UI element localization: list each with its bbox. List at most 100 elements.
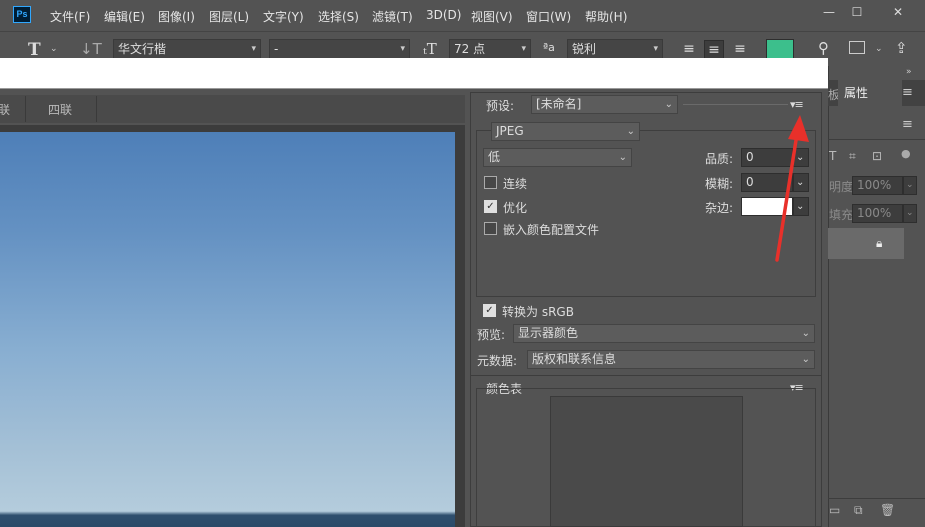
preset-rule	[683, 104, 788, 105]
panel-menu-icon[interactable]: ≡	[902, 117, 913, 132]
share-icon[interactable]: ⇪	[895, 39, 908, 57]
menu-filter[interactable]: 滤镜(T)	[372, 8, 413, 25]
font-family-select[interactable]: 华文行楷 ▾	[113, 39, 261, 59]
chevron-down-icon[interactable]: ⌄	[875, 44, 883, 54]
anti-alias-value: 锐利	[572, 42, 597, 56]
font-style-value: -	[274, 42, 279, 56]
tab-divider	[25, 96, 26, 122]
menu-edit[interactable]: 编辑(E)	[104, 8, 145, 25]
quality-preset-value: 低	[488, 150, 501, 164]
lock-position-icon[interactable]: ⌗	[849, 149, 856, 164]
photoshop-logo-icon: Ps	[13, 6, 31, 23]
progressive-label: 连续	[503, 177, 528, 191]
chevron-down-icon: ⌄	[626, 126, 635, 137]
new-layer-icon[interactable]: ⧉	[854, 503, 863, 518]
tab-properties-label: 属性	[844, 86, 869, 100]
font-style-select[interactable]: - ▾	[269, 39, 410, 59]
text-color-swatch[interactable]	[766, 39, 794, 60]
align-center-icon[interactable]: ≡	[704, 40, 724, 60]
preview-select[interactable]: 显示器颜色 ⌄	[513, 324, 815, 343]
toggle-orientation-icon[interactable]: ↓T	[80, 40, 102, 58]
preset-label: 预设:	[486, 99, 515, 113]
new-group-icon[interactable]: ▭	[829, 503, 840, 517]
opacity-dropdown[interactable]: ⌄	[903, 176, 917, 195]
trash-icon[interactable]: 🗑︎	[880, 503, 895, 517]
preset-value: [未命名]	[536, 97, 582, 111]
chevron-down-icon: ▾	[251, 44, 256, 54]
font-size-value: 72 点	[454, 42, 486, 56]
convert-srgb-checkbox[interactable]: ✓	[483, 304, 496, 317]
panel-menu-icon[interactable]: ≡	[902, 85, 913, 100]
align-left-icon[interactable]: ≡	[680, 40, 698, 58]
format-select[interactable]: JPEG ⌄	[491, 122, 640, 141]
maximize-button[interactable]: ☐	[845, 3, 869, 21]
opacity-value: 100%	[857, 178, 892, 192]
anti-alias-icon: ªa	[543, 41, 555, 54]
embed-profile-checkbox[interactable]	[484, 222, 497, 235]
tab-divider	[96, 96, 97, 122]
dialog-image-strip	[0, 58, 828, 89]
fill-value: 100%	[857, 206, 892, 220]
convert-srgb-label: 转换为 sRGB	[502, 305, 574, 319]
type-tool-icon[interactable]: T	[28, 40, 41, 60]
collapse-icon[interactable]: »	[906, 67, 912, 77]
tab-four-up[interactable]: 四联	[48, 101, 72, 118]
chevron-down-icon: ⌄	[664, 99, 673, 110]
color-table-grid	[550, 396, 743, 527]
opacity-input[interactable]: 100%	[852, 176, 903, 195]
quality-preset-select[interactable]: 低 ⌄	[483, 148, 632, 167]
quality-label: 品质:	[705, 152, 734, 166]
metadata-value: 版权和联系信息	[532, 352, 617, 366]
tab-properties[interactable]: 属性	[838, 80, 902, 106]
font-family-value: 华文行楷	[118, 42, 167, 56]
progressive-checkbox[interactable]	[484, 176, 497, 189]
fill-dropdown[interactable]: ⌄	[903, 204, 917, 223]
menu-window[interactable]: 窗口(W)	[526, 8, 571, 25]
fill-input[interactable]: 100%	[852, 204, 903, 223]
panel-divider	[828, 498, 925, 499]
preview-image	[0, 132, 455, 527]
preview-value: 显示器颜色	[518, 326, 579, 340]
tab-partial-joint[interactable]: 联	[0, 101, 10, 118]
preset-select[interactable]: [未命名] ⌄	[531, 95, 678, 114]
menu-help[interactable]: 帮助(H)	[585, 8, 627, 25]
minimize-button[interactable]: —	[817, 3, 841, 21]
close-button[interactable]: ✕	[886, 3, 910, 21]
optimize-checkbox[interactable]: ✓	[484, 200, 497, 213]
section-divider	[470, 375, 822, 376]
panel-menu-icon[interactable]: ▾≡	[790, 98, 804, 111]
menu-select[interactable]: 选择(S)	[318, 8, 359, 25]
menu-layer[interactable]: 图层(L)	[209, 8, 249, 25]
annotation-arrow-icon	[775, 115, 809, 262]
format-value: JPEG	[496, 124, 524, 138]
lock-transparent-icon[interactable]: T	[829, 149, 836, 163]
matte-label: 杂边:	[705, 201, 734, 215]
preview-label: 预览:	[477, 328, 506, 342]
blur-label: 模糊:	[705, 177, 734, 191]
chevron-down-icon: ⌄	[618, 152, 627, 163]
pin-icon[interactable]: ●	[901, 147, 911, 160]
panel-divider	[828, 139, 925, 140]
metadata-select[interactable]: 版权和联系信息 ⌄	[527, 350, 815, 369]
menu-3d[interactable]: 3D(D)	[426, 8, 461, 22]
menu-image[interactable]: 图像(I)	[158, 8, 195, 25]
chevron-down-icon: ▾	[521, 44, 526, 54]
layers-panel	[828, 66, 925, 527]
font-size-select[interactable]: 72 点 ▾	[449, 39, 531, 59]
lock-icon: 🔒︎	[876, 236, 883, 250]
menu-file[interactable]: 文件(F)	[50, 8, 90, 25]
chevron-down-icon: ▾	[400, 44, 405, 54]
quality-value: 0	[746, 150, 754, 164]
embed-profile-label: 嵌入颜色配置文件	[503, 223, 600, 237]
blur-value: 0	[746, 175, 754, 189]
anti-alias-select[interactable]: 锐利 ▾	[567, 39, 663, 59]
workspace-icon[interactable]	[849, 41, 865, 54]
chevron-down-icon: ⌄	[801, 354, 810, 365]
search-icon[interactable]: ⚲	[818, 39, 829, 57]
menu-view[interactable]: 视图(V)	[471, 8, 513, 25]
menu-type[interactable]: 文字(Y)	[263, 8, 304, 25]
layer-row-selected[interactable]	[828, 228, 904, 259]
chevron-down-icon[interactable]: ⌄	[50, 44, 58, 54]
lock-artboard-icon[interactable]: ⊡	[872, 149, 882, 163]
align-right-icon[interactable]: ≡	[731, 40, 749, 58]
